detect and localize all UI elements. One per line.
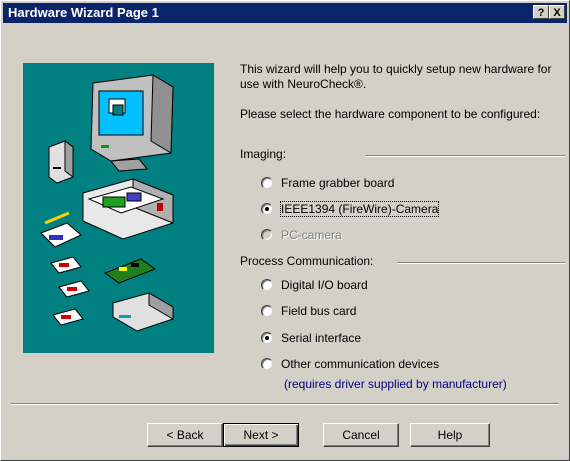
radio-selected-dot <box>265 207 269 211</box>
radio-label: PC-camera <box>281 228 342 242</box>
radio-button <box>261 229 273 241</box>
back-button[interactable]: < Back <box>147 423 223 447</box>
help-button-label: Help <box>437 428 463 442</box>
cancel-button[interactable]: Cancel <box>323 423 399 447</box>
imaging-group-label: Imaging: <box>240 147 287 161</box>
imaging-divider <box>365 155 565 157</box>
radio-label: Other communication devices <box>281 357 440 371</box>
close-icon[interactable]: X <box>549 5 565 19</box>
hardware-illustration <box>23 63 214 353</box>
radio-button[interactable] <box>261 332 273 344</box>
help-button[interactable]: Help <box>410 423 490 447</box>
back-button-label: < Back <box>166 428 204 442</box>
radio-button[interactable] <box>261 358 273 370</box>
radio-label: Field bus card <box>281 304 357 318</box>
radio-label: Serial interface <box>281 331 362 345</box>
radio-button[interactable] <box>261 305 273 317</box>
process-divider <box>397 262 565 264</box>
radio-button[interactable] <box>261 279 273 291</box>
next-button-label: Next > <box>243 428 279 442</box>
title-bar[interactable]: Hardware Wizard Page 1 ? X <box>3 3 567 23</box>
radio-label: Frame grabber board <box>281 176 395 190</box>
computer-hardware-icon <box>40 74 174 332</box>
radio-label: IEEE1394 (FireWire)-Camera <box>279 201 440 217</box>
radio-button[interactable] <box>261 177 273 189</box>
radio-button[interactable] <box>261 203 273 215</box>
bottom-divider <box>11 403 559 405</box>
next-button[interactable]: Next > <box>223 423 299 447</box>
radio-label: Digital I/O board <box>281 278 368 292</box>
process-group-label: Process Communication: <box>240 254 374 268</box>
driver-note: (requires driver supplied by manufacture… <box>284 377 507 391</box>
cancel-button-label: Cancel <box>342 428 380 442</box>
wizard-window: Hardware Wizard Page 1 ? X This wizard w… <box>0 0 570 461</box>
intro-text: This wizard will help you to quickly set… <box>240 62 552 91</box>
help-icon[interactable]: ? <box>533 5 549 19</box>
radio-selected-dot <box>265 336 269 340</box>
window-title: Hardware Wizard Page 1 <box>8 5 159 20</box>
select-prompt: Please select the hardware component to … <box>240 107 541 121</box>
